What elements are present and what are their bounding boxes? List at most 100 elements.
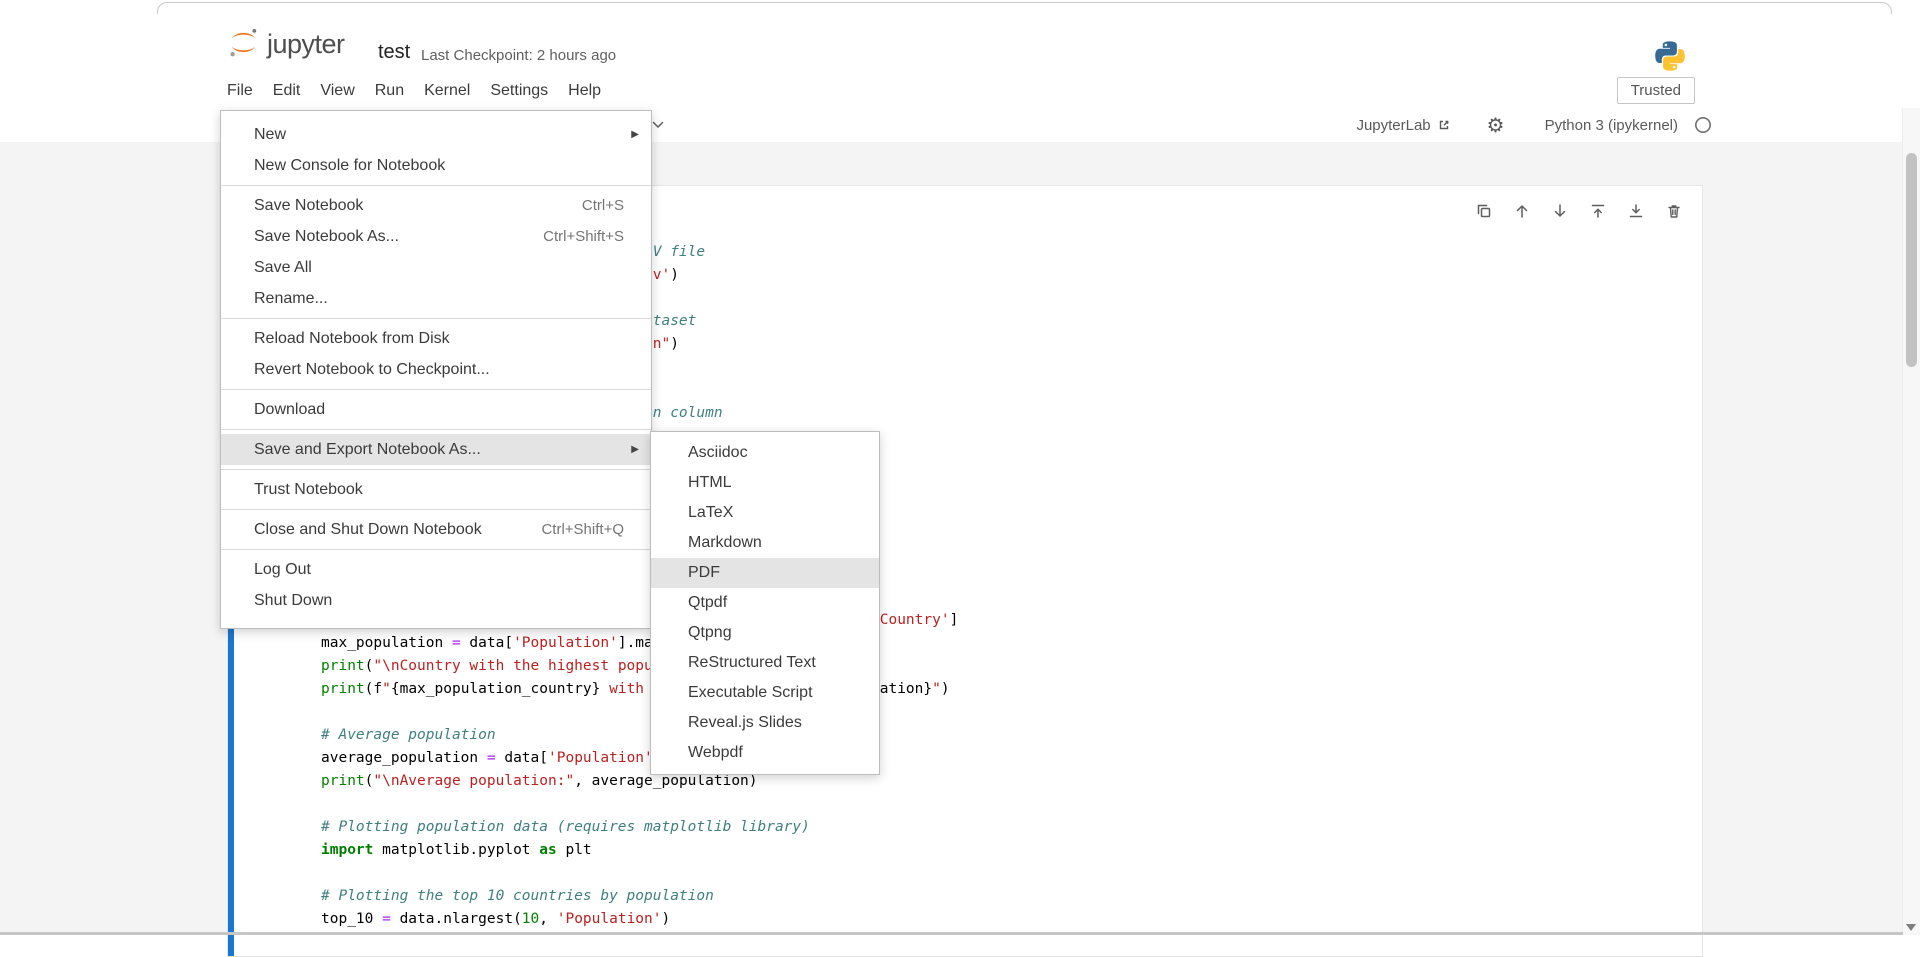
menu-item-save-notebook-as[interactable]: Save Notebook As... Ctrl+Shift+S — [221, 221, 651, 252]
menu-item-label: Reveal.js Slides — [688, 714, 863, 732]
kernel-name[interactable]: Python 3 (ipykernel) — [1545, 117, 1678, 134]
code-line: top_10 = data.nlargest(10, 'Population') — [321, 908, 958, 931]
menu-item-label: Executable Script — [688, 684, 863, 702]
menu-item-label: LaTeX — [688, 504, 863, 522]
menu-item-new[interactable]: New ▶ — [221, 119, 651, 150]
menubar-item-run[interactable]: Run — [365, 73, 414, 108]
menu-item-label: Qtpdf — [688, 594, 863, 612]
menu-item-label: Trust Notebook — [254, 481, 624, 499]
menu-item-html[interactable]: HTML — [651, 468, 879, 498]
menu-item-label: Rename... — [254, 290, 624, 308]
menu-separator — [221, 429, 651, 430]
toolbar-right-cluster: JupyterLab ⚙ Python 3 (ipykernel) — [1356, 108, 1713, 142]
jupyterlab-link[interactable]: JupyterLab — [1356, 117, 1450, 134]
menu-item-shortcut: Ctrl+Shift+Q — [541, 521, 624, 538]
menu-item-label: PDF — [688, 564, 863, 582]
menu-separator — [221, 509, 651, 510]
menu-item-executable-script[interactable]: Executable Script — [651, 678, 879, 708]
menu-item-rename[interactable]: Rename... — [221, 283, 651, 314]
move-up-icon[interactable] — [1510, 199, 1534, 223]
menubar-items: FileEditViewRunKernelSettingsHelp — [217, 73, 611, 108]
menu-item-restructured-text[interactable]: ReStructured Text — [651, 648, 879, 678]
menu-separator — [221, 318, 651, 319]
jupyter-logo-icon — [227, 26, 260, 59]
file-menu: New ▶ New Console for Notebook Save Noteboo… — [220, 110, 652, 629]
code-line: # Plotting the top 10 countries by popul… — [321, 885, 958, 908]
notebook-title[interactable]: test — [378, 41, 410, 64]
menu-item-label: Qtpng — [688, 624, 863, 642]
menu-item-label: Close and Shut Down Notebook — [254, 521, 511, 539]
menu-item-save-all[interactable]: Save All — [221, 252, 651, 283]
jupyter-wordmark: jupyter — [267, 29, 345, 60]
dropdown-caret-icon[interactable] — [652, 121, 664, 129]
menu-item-label: Asciidoc — [688, 444, 863, 462]
menu-item-label: Download — [254, 401, 624, 419]
menu-item-reload-notebook-from-disk[interactable]: Reload Notebook from Disk — [221, 323, 651, 354]
submenu-arrow-icon: ▶ — [631, 129, 639, 140]
menu-item-close-and-shut-down-notebook[interactable]: Close and Shut Down Notebook Ctrl+Shift+Q — [221, 514, 651, 545]
menu-item-label: Save Notebook As... — [254, 228, 513, 246]
menu-item-qtpdf[interactable]: Qtpdf — [651, 588, 879, 618]
menu-item-label: Shut Down — [254, 592, 624, 610]
menu-item-shortcut: Ctrl+S — [582, 197, 624, 214]
menubar-item-help[interactable]: Help — [558, 73, 611, 108]
menu-item-log-out[interactable]: Log Out — [221, 554, 651, 585]
menu-item-label: Revert Notebook to Checkpoint... — [254, 361, 624, 379]
menu-item-qtpng[interactable]: Qtpng — [651, 618, 879, 648]
menubar-item-edit[interactable]: Edit — [263, 73, 311, 108]
cell-toolbar — [1472, 199, 1686, 223]
code-line — [321, 793, 958, 816]
menubar-item-view[interactable]: View — [310, 73, 364, 108]
insert-above-icon[interactable] — [1586, 199, 1610, 223]
trusted-button[interactable]: Trusted — [1617, 77, 1695, 104]
menu-item-markdown[interactable]: Markdown — [651, 528, 879, 558]
menubar-item-file[interactable]: File — [217, 73, 263, 108]
menu-item-shut-down[interactable]: Shut Down — [221, 585, 651, 616]
header: jupyter test Last Checkpoint: 2 hours ag… — [0, 14, 1920, 73]
menu-item-save-notebook[interactable]: Save Notebook Ctrl+S — [221, 190, 651, 221]
menu-item-latex[interactable]: LaTeX — [651, 498, 879, 528]
scrollbar-track[interactable] — [1902, 108, 1920, 935]
menu-separator — [221, 185, 651, 186]
delete-icon[interactable] — [1662, 199, 1686, 223]
menubar-item-kernel[interactable]: Kernel — [414, 73, 480, 108]
menu-item-download[interactable]: Download — [221, 394, 651, 425]
scrollbar-down-arrow[interactable] — [1906, 924, 1916, 931]
code-line — [321, 862, 958, 885]
gear-icon[interactable]: ⚙ — [1487, 115, 1505, 135]
scrollbar-thumb[interactable] — [1906, 153, 1917, 367]
duplicate-icon[interactable] — [1472, 199, 1496, 223]
checkpoint-status: Last Checkpoint: 2 hours ago — [421, 47, 616, 64]
menu-item-label: Reload Notebook from Disk — [254, 330, 624, 348]
menu-item-label: HTML — [688, 474, 863, 492]
menu-item-label: ReStructured Text — [688, 654, 863, 672]
menu-item-save-and-export-notebook-as[interactable]: Save and Export Notebook As...▶ — [221, 434, 651, 465]
menu-separator — [221, 549, 651, 550]
menu-item-label: Webpdf — [688, 744, 863, 762]
code-line: # Plotting population data (requires mat… — [321, 816, 958, 839]
insert-below-icon[interactable] — [1624, 199, 1648, 223]
kernel-status-icon[interactable] — [1693, 115, 1713, 135]
menu-item-label: Save and Export Notebook As... — [254, 441, 624, 459]
menu-item-asciidoc[interactable]: Asciidoc — [651, 438, 879, 468]
menu-item-webpdf[interactable]: Webpdf — [651, 738, 879, 768]
menubar-item-settings[interactable]: Settings — [480, 73, 558, 108]
menu-item-trust-notebook[interactable]: Trust Notebook — [221, 474, 651, 505]
jupyter-logo[interactable]: jupyter — [227, 25, 345, 60]
menu-item-pdf[interactable]: PDF — [651, 558, 879, 588]
menu-item-reveal-js-slides[interactable]: Reveal.js Slides — [651, 708, 879, 738]
export-submenu: Asciidoc HTML LaTeX Markdown PDF Qtpdf Qtpng Re… — [650, 431, 880, 775]
menu-item-label: Log Out — [254, 561, 624, 579]
menu-item-shortcut: Ctrl+Shift+S — [543, 228, 624, 245]
menu-bar: FileEditViewRunKernelSettingsHelp Truste… — [0, 73, 1920, 109]
external-link-icon — [1437, 118, 1451, 132]
code-line: import matplotlib.pyplot as plt — [321, 839, 958, 862]
menu-item-label: New — [254, 126, 624, 144]
menu-item-new-console-for-notebook[interactable]: New Console for Notebook — [221, 150, 651, 181]
menu-item-revert-notebook-to-checkpoint[interactable]: Revert Notebook to Checkpoint... — [221, 354, 651, 385]
menu-item-label: Markdown — [688, 534, 863, 552]
move-down-icon[interactable] — [1548, 199, 1572, 223]
menu-separator — [221, 469, 651, 470]
jupyterlab-link-label: JupyterLab — [1356, 117, 1430, 134]
menu-item-label: Save Notebook — [254, 197, 552, 215]
